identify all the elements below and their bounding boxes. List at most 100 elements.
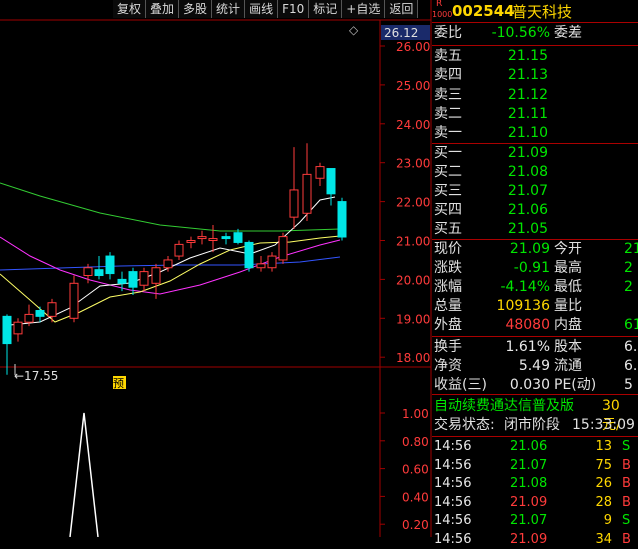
candle-body	[163, 259, 173, 269]
candle-body	[24, 313, 34, 323]
buy-level-3[interactable]: 买三 21.07	[432, 182, 638, 201]
tick-price: 21.06	[510, 439, 548, 454]
tick-time: 14:56	[434, 439, 472, 454]
order-price: 21.11	[507, 105, 548, 122]
stat-value-2: 5	[624, 377, 633, 393]
quote-value-2: 61	[624, 317, 638, 333]
badge-bottom: 1000	[432, 10, 453, 19]
price-axis-label: 22.00	[396, 196, 430, 210]
order-label: 卖四	[434, 67, 462, 84]
price-axis-label: 24.00	[396, 118, 430, 132]
stat-value-2: 6.7	[624, 358, 638, 374]
candle-body	[174, 243, 184, 257]
quote-label: 外盘	[434, 317, 462, 333]
quote-label: 涨幅	[434, 279, 462, 295]
price-axis-label: 18.00	[396, 351, 430, 365]
candle-body	[326, 168, 336, 195]
tick-price: 21.09	[510, 494, 548, 510]
price-axis-label: 20.00	[396, 273, 430, 287]
order-price: 21.08	[507, 164, 548, 180]
stat-label-2: PE(动)	[554, 377, 597, 393]
quote-row-3: 总量 109136 量比	[432, 297, 638, 316]
price-axis-label: 23.00	[396, 157, 430, 171]
tick-price: 21.07	[510, 457, 548, 473]
sell-level-4[interactable]: 卖四 21.13	[432, 66, 638, 85]
tick-time: 14:56	[434, 531, 472, 547]
quote-label-2: 内盘	[554, 317, 582, 333]
stat-label: 收益(三)	[434, 377, 487, 393]
candle-body	[208, 238, 218, 241]
order-price: 21.09	[507, 145, 548, 161]
stat-value: 1.61%	[505, 339, 550, 355]
volume-axis-label: 0.80	[402, 435, 429, 449]
quote-label: 现价	[434, 241, 462, 257]
sell-level-5[interactable]: 卖五 21.15	[432, 47, 638, 66]
stock-name: 普天科技	[512, 3, 573, 21]
order-label: 买五	[434, 221, 462, 237]
stat-value: 0.030	[509, 377, 550, 393]
quote-row-2: 涨幅 -4.14% 最低 2	[432, 278, 638, 297]
sell-level-2[interactable]: 卖二 21.11	[432, 105, 638, 124]
candle-body	[83, 267, 93, 277]
candle-body	[117, 278, 127, 284]
quote-value-2: 21	[624, 241, 638, 257]
order-label: 卖一	[434, 125, 462, 142]
quote-label: 总量	[434, 298, 462, 314]
tick-price: 21.07	[510, 513, 548, 528]
tick-time: 14:56	[434, 476, 472, 491]
quote-value: 21.09	[509, 241, 550, 257]
candle-body	[233, 232, 243, 243]
order-price: 21.06	[507, 202, 548, 218]
quote-value: 48080	[505, 317, 550, 333]
order-price: 21.05	[507, 221, 548, 237]
quote-value-2: 2	[624, 279, 633, 295]
stock-code: 002544	[452, 2, 515, 20]
tick-side: B	[622, 457, 631, 473]
buy-level-1[interactable]: 买一 21.09	[432, 144, 638, 163]
stat-row-1: 净资 5.49流通 6.7	[432, 357, 638, 376]
candle-body	[289, 189, 299, 218]
tick-row: 14:56 21.07 75 B	[432, 457, 638, 475]
diamond-icon: ◇	[349, 23, 359, 37]
tick-time: 14:56	[434, 513, 472, 528]
order-price: 21.12	[507, 86, 548, 103]
stat-label: 换手	[434, 339, 462, 355]
order-label: 买二	[434, 164, 462, 180]
buy-level-4[interactable]: 买四 21.06	[432, 201, 638, 220]
tick-volume: 75	[595, 457, 612, 473]
candle-body	[35, 310, 45, 317]
kline-chart[interactable]: 26.00 25.00 24.00 23.00 22.00 21.00 20.00 19.00…	[0, 0, 432, 537]
ad-banner[interactable]: 自动续费通达信普及版 30元/	[432, 397, 638, 433]
candle-body	[267, 255, 277, 269]
price-axis-label: 25.00	[396, 79, 430, 93]
order-price: 21.15	[507, 48, 548, 64]
tick-side: B	[622, 494, 631, 510]
price-axis-label: 21.00	[396, 235, 430, 249]
quote-value: -4.14%	[500, 279, 550, 295]
price-axis-label: 19.00	[396, 312, 430, 326]
tick-volume: 26	[595, 476, 612, 491]
order-price: 21.13	[507, 67, 548, 84]
tick-side: S	[622, 439, 631, 454]
tick-time: 14:56	[434, 457, 472, 473]
candle-body	[69, 282, 79, 319]
quote-label-2: 最高	[554, 260, 582, 276]
quote-label-2: 量比	[554, 298, 582, 314]
tick-price: 21.08	[510, 476, 548, 491]
volume-axis-label: 1.00	[402, 407, 429, 421]
tick-time: 14:56	[434, 494, 472, 510]
order-label: 买四	[434, 202, 462, 218]
stat-row-2: 收益(三) 0.030 PE(动) 5	[432, 376, 638, 395]
sell-level-1[interactable]: 卖一 21.10	[432, 124, 638, 143]
stat-value-2: 6.8	[624, 339, 638, 355]
buy-level-2[interactable]: 买二 21.08	[432, 163, 638, 182]
candle-body	[2, 315, 12, 345]
quote-label-2: 今开	[554, 241, 582, 257]
volume-indicator-line	[69, 412, 99, 537]
candle-body	[256, 263, 266, 269]
candle-body	[105, 255, 115, 275]
current-price-tag: 26.12	[384, 26, 418, 40]
candle-body	[13, 321, 23, 335]
sell-level-3[interactable]: 卖三 21.12	[432, 86, 638, 105]
buy-level-5[interactable]: 买五 21.05	[432, 220, 638, 239]
